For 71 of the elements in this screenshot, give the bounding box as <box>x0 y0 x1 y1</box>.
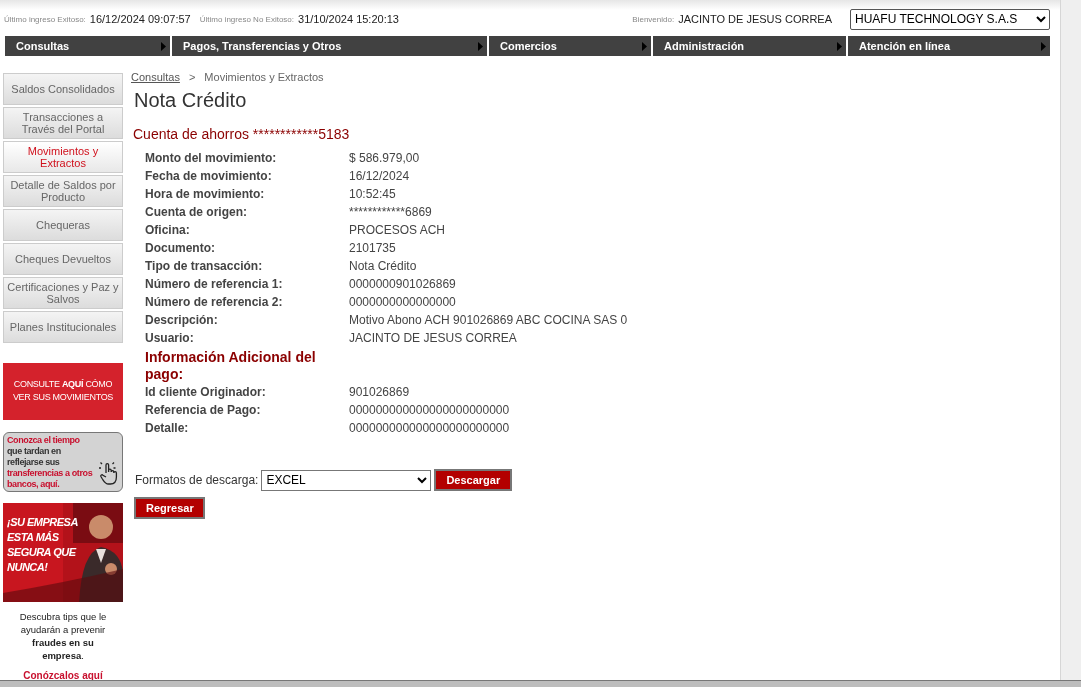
field-label: Descripción: <box>145 312 219 329</box>
field-label: Tipo de transacción: <box>145 258 264 275</box>
breadcrumb-link[interactable]: Consultas <box>131 71 180 83</box>
field-value: 000000000000000000000000 <box>349 402 511 419</box>
field-label: Cuenta de origen: <box>145 204 248 221</box>
menu-item[interactable]: Comercios <box>489 36 651 56</box>
last-login-value: 16/12/2024 09:07:57 <box>89 13 191 25</box>
field-label: Hora de movimiento: <box>145 186 266 203</box>
transfers-banner[interactable]: Conozca el tiempo que tardan en reflejarse sus transferencias a otros bancos, aquí. <box>3 432 123 493</box>
sidebar-item[interactable]: Saldos Consolidados <box>3 73 123 105</box>
field-label: Documento: <box>145 240 216 257</box>
security-banner-headline: ¡SU EMPRESA ESTA MÁS SEGURA QUE NUNCA! <box>7 515 79 576</box>
sidebar-item[interactable]: Transacciones a Través del Portal <box>3 106 123 139</box>
pointer-hand-icon <box>97 461 119 486</box>
tips-link[interactable]: Conózcalos aquí <box>3 669 123 681</box>
field-value: Nota Crédito <box>349 258 418 275</box>
field-value: PROCESOS ACH <box>349 222 447 239</box>
field-value: 0000000901026869 <box>349 276 457 293</box>
field-label: Fecha de movimiento: <box>145 168 273 185</box>
menu-item[interactable]: Consultas <box>5 36 170 56</box>
security-tips-text: Descubra tips que le ayudarán a prevenir fraudes en su empresa. <box>18 609 108 662</box>
back-button[interactable]: Regresar <box>134 497 205 519</box>
submenu-arrow-icon <box>837 41 842 51</box>
menu-item[interactable]: Atención en línea <box>848 36 1050 56</box>
sidebar-item[interactable]: Certificaciones y Paz y Salvos <box>3 276 123 309</box>
sidebar-item[interactable]: Detalle de Saldos por Producto <box>3 174 123 207</box>
section-heading: Información Adicional del pago: <box>145 349 317 383</box>
page-title: Nota Crédito <box>134 89 248 112</box>
breadcrumb-separator: > <box>188 71 196 83</box>
sidebar-item[interactable]: Planes Institucionales <box>3 310 123 343</box>
field-value: ************6869 <box>349 204 433 221</box>
sidebar-item[interactable]: Movimientos y Extractos <box>3 140 123 173</box>
field-label: Usuario: <box>145 330 195 347</box>
field-value: $ 586.979,00 <box>349 150 421 167</box>
breadcrumb-current: Movimientos y Extractos <box>204 71 324 83</box>
movements-banner[interactable]: CONSULTE AQUÍ CÓMO VER SUS MOVIMIENTOS <box>3 362 123 421</box>
submenu-arrow-icon <box>1041 41 1046 51</box>
transfers-banner-text: Conozca el tiempo que tardan en reflejarse sus transferencias a otros bancos, aquí. <box>7 434 94 490</box>
download-format-label: Formatos de descarga: <box>135 473 259 487</box>
last-failed-login-value: 31/10/2024 15:20:13 <box>298 13 399 25</box>
field-value: 2101735 <box>349 240 397 257</box>
account-heading: Cuenta de ahorros ************5183 <box>133 126 351 142</box>
field-value: 901026869 <box>349 384 411 401</box>
download-format-select[interactable]: EXCEL <box>261 469 432 491</box>
welcome-label: Bienvenido: <box>632 14 675 24</box>
submenu-arrow-icon <box>642 41 647 51</box>
menu-item[interactable]: Pagos, Transferencias y Otros <box>172 36 487 56</box>
sidebar-item[interactable]: Cheques Devueltos <box>3 242 123 275</box>
field-label: Oficina: <box>145 222 191 239</box>
scrollbar[interactable] <box>1060 0 1081 681</box>
field-label: Número de referencia 2: <box>145 294 284 311</box>
field-value: 10:52:45 <box>349 186 397 203</box>
field-label: Id cliente Originador: <box>145 384 267 401</box>
menu-item[interactable]: Administración <box>653 36 846 56</box>
field-value: 16/12/2024 <box>349 168 411 185</box>
last-failed-login-label: Último ingreso No Exitoso: <box>199 14 294 24</box>
field-label: Referencia de Pago: <box>145 402 262 419</box>
field-label: Monto del movimiento: <box>145 150 278 167</box>
submenu-arrow-icon <box>161 41 166 51</box>
submenu-arrow-icon <box>478 41 483 51</box>
field-value: JACINTO DE JESUS CORREA <box>349 330 518 347</box>
user-name: JACINTO DE JESUS CORREA <box>678 13 832 25</box>
download-button[interactable]: Descargar <box>434 469 513 491</box>
field-value: 0000000000000000 <box>349 294 457 311</box>
field-label: Detalle: <box>145 420 190 437</box>
last-login-label: Último ingreso Exitoso: <box>4 14 86 24</box>
company-select[interactable]: HUAFU TECHNOLOGY S.A.S <box>850 8 1050 30</box>
field-value: Motivo Abono ACH 901026869 ABC COCINA SAS 0 <box>349 312 628 329</box>
field-label: Número de referencia 1: <box>145 276 284 293</box>
sidebar-item[interactable]: Chequeras <box>3 208 123 241</box>
field-value: 000000000000000000000000 <box>349 420 511 437</box>
